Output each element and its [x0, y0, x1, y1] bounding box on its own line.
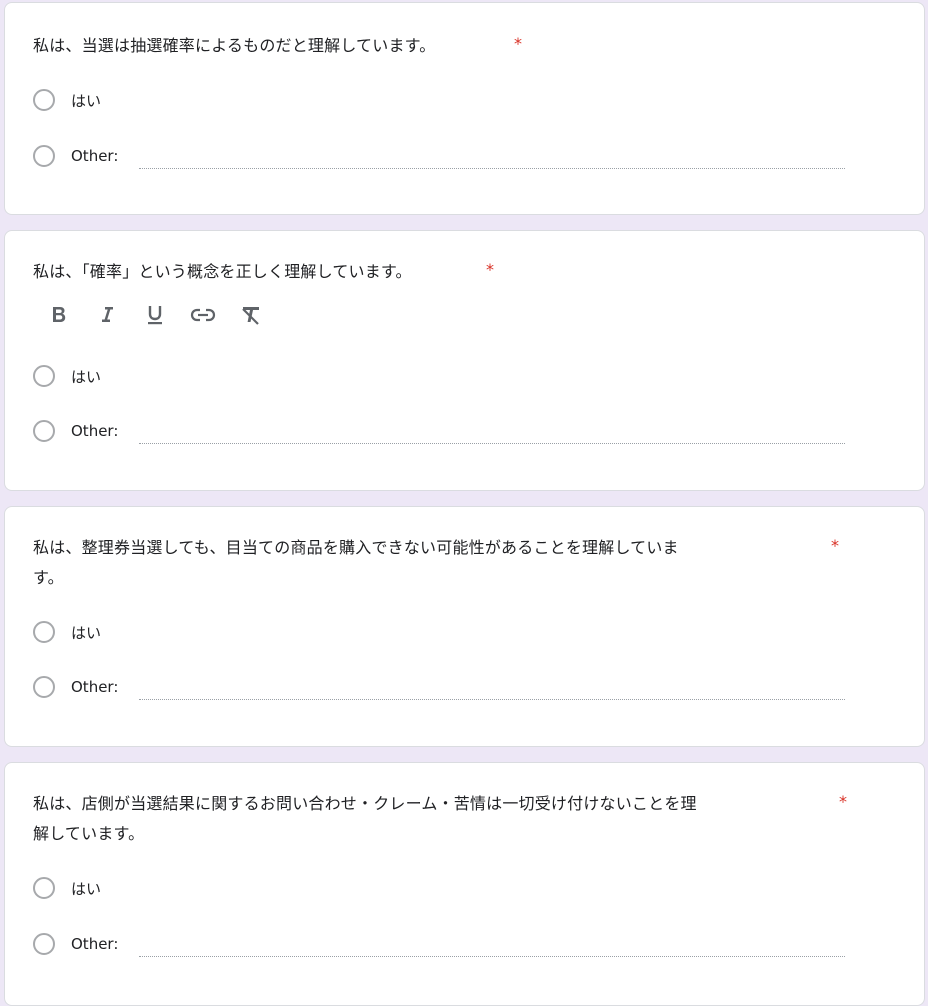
option-other[interactable]: Other: [33, 418, 118, 444]
radio-button[interactable] [33, 621, 55, 643]
option-other[interactable]: Other: [33, 143, 118, 169]
radio-button[interactable] [33, 420, 55, 442]
question-text-line: す。 [33, 568, 64, 587]
link-icon[interactable] [183, 299, 223, 331]
other-text-input[interactable] [139, 168, 845, 169]
other-text-input[interactable] [139, 699, 845, 700]
other-text-input[interactable] [139, 956, 845, 957]
radio-button[interactable] [33, 89, 55, 111]
question-text: 私は、「確率」という概念を正しく理解しています。 [33, 262, 412, 281]
clear-format-icon[interactable] [231, 299, 271, 331]
option-yes[interactable]: はい [33, 619, 101, 645]
option-label: はい [71, 367, 102, 386]
question-title: 私は、整理券当選しても、目当ての商品を購入できない可能性があることを理解していま… [33, 533, 813, 593]
option-other[interactable]: Other: [33, 674, 118, 700]
option-label: はい [71, 91, 102, 110]
question-card-2: 私は、「確率」という概念を正しく理解しています。 * はい Other: [4, 230, 925, 491]
question-text-line: 私は、整理券当選しても、目当ての商品を購入できない可能性があることを理解していま [33, 538, 679, 557]
radio-button[interactable] [33, 933, 55, 955]
underline-icon[interactable] [135, 299, 175, 331]
italic-icon[interactable] [87, 299, 127, 331]
required-asterisk: * [831, 536, 839, 555]
question-title: 私は、店側が当選結果に関するお問い合わせ・クレーム・苦情は一切受け付けないことを… [33, 789, 833, 849]
question-text-line: 解しています。 [33, 824, 145, 843]
option-yes[interactable]: はい [33, 875, 101, 901]
question-text-line: 私は、店側が当選結果に関するお問い合わせ・クレーム・苦情は一切受け付けないことを… [33, 794, 697, 813]
question-text: 私は、当選は抽選確率によるものだと理解しています。 [33, 36, 436, 55]
option-label: Other: [71, 935, 119, 953]
option-label: Other: [71, 147, 119, 165]
option-label: はい [71, 623, 102, 642]
required-asterisk: * [486, 260, 494, 279]
required-asterisk: * [514, 34, 522, 53]
other-text-input[interactable] [139, 443, 845, 444]
option-other[interactable]: Other: [33, 931, 118, 957]
radio-button[interactable] [33, 365, 55, 387]
option-yes[interactable]: はい [33, 87, 101, 113]
question-card-3: 私は、整理券当選しても、目当ての商品を購入できない可能性があることを理解していま… [4, 506, 925, 747]
option-yes[interactable]: はい [33, 363, 101, 389]
question-title: 私は、当選は抽選確率によるものだと理解しています。 [33, 31, 435, 61]
radio-button[interactable] [33, 877, 55, 899]
question-card-1: 私は、当選は抽選確率によるものだと理解しています。 * はい Other: [4, 2, 925, 215]
question-title: 私は、「確率」という概念を正しく理解しています。 [33, 257, 412, 287]
text-format-toolbar [39, 299, 279, 331]
radio-button[interactable] [33, 676, 55, 698]
option-label: Other: [71, 678, 119, 696]
option-label: はい [71, 879, 102, 898]
bold-icon[interactable] [39, 299, 79, 331]
question-card-4: 私は、店側が当選結果に関するお問い合わせ・クレーム・苦情は一切受け付けないことを… [4, 762, 925, 1006]
required-asterisk: * [839, 792, 847, 811]
option-label: Other: [71, 422, 119, 440]
radio-button[interactable] [33, 145, 55, 167]
